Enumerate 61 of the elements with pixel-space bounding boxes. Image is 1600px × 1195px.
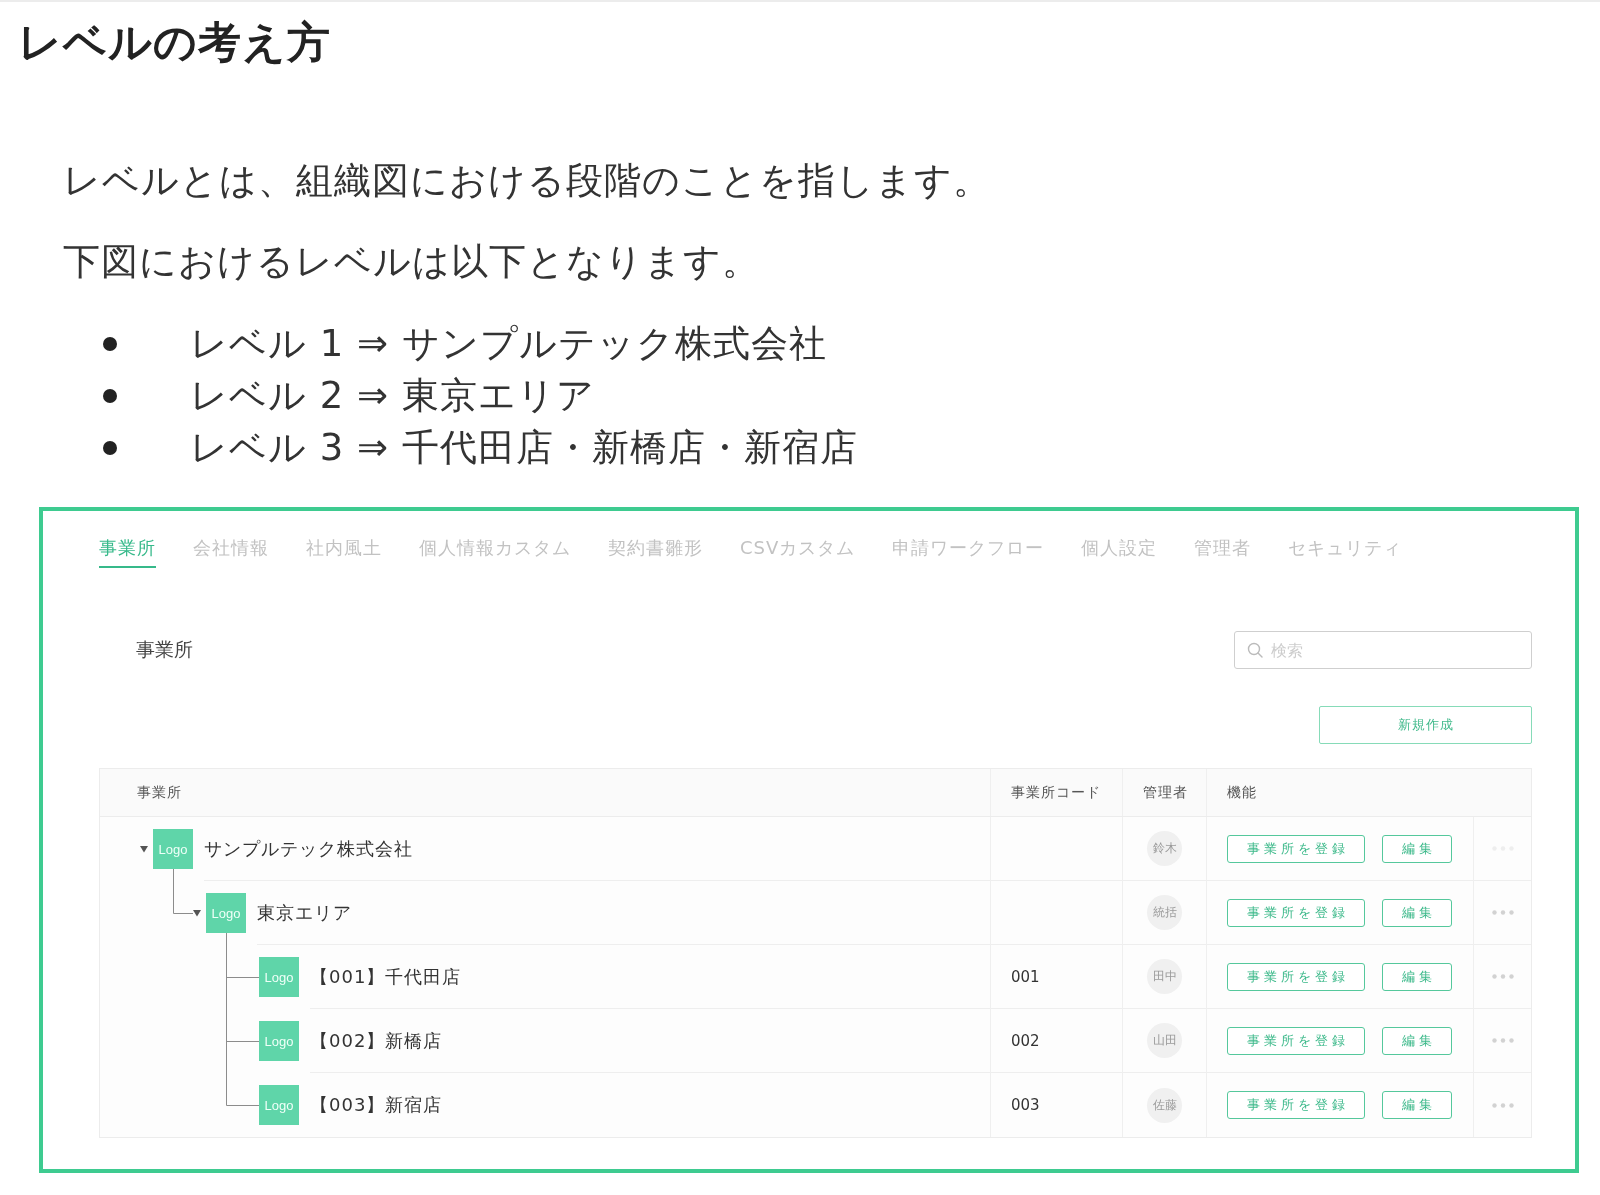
bullet-icon (103, 441, 117, 455)
paragraph: レベルとは、組織図における段階のことを指します。 (63, 158, 991, 204)
register-office-button[interactable]: 事業所を登録 (1227, 1091, 1365, 1119)
manager-avatar: 田中 (1147, 959, 1182, 994)
new-button[interactable]: 新規作成 (1319, 706, 1532, 744)
edit-button[interactable]: 編集 (1382, 1091, 1452, 1119)
list-item: レベル 1 ⇒ サンプルテック株式会社 (190, 321, 827, 367)
tab[interactable]: 管理者 (1194, 536, 1252, 568)
more-icon[interactable] (1491, 1038, 1514, 1043)
list-item: レベル 3 ⇒ 千代田店・新橋店・新宿店 (190, 425, 858, 471)
list-item: レベル 2 ⇒ 東京エリア (190, 373, 595, 419)
tab[interactable]: CSVカスタム (740, 536, 856, 568)
column-header: 事業所 (137, 783, 182, 802)
column-header: 事業所コード (1011, 783, 1101, 802)
company-logo: Logo (153, 829, 193, 869)
bullet-icon (103, 337, 117, 351)
column-header: 機能 (1227, 783, 1257, 802)
table-cell: 001 (991, 945, 1123, 1009)
tab[interactable]: セキュリティ (1288, 536, 1403, 568)
tab[interactable]: 申請ワークフロー (892, 536, 1045, 568)
register-office-button[interactable]: 事業所を登録 (1227, 1026, 1365, 1055)
caret-icon[interactable] (140, 845, 148, 853)
table-cell: 002 (991, 1009, 1123, 1073)
search-icon (1247, 642, 1263, 658)
office-name[interactable]: 【002】新橋店 (310, 1028, 443, 1053)
company-logo: Logo (206, 893, 246, 933)
manager-avatar: 佐藤 (1147, 1087, 1182, 1123)
edit-button[interactable]: 編集 (1382, 1026, 1452, 1055)
more-icon[interactable] (1491, 910, 1514, 915)
edit-button[interactable]: 編集 (1382, 834, 1452, 863)
table-cell: 003 (991, 1073, 1123, 1137)
office-name[interactable]: 【001】千代田店 (310, 964, 462, 989)
tab[interactable]: 社内風土 (306, 536, 382, 568)
column-header: 管理者 (1143, 783, 1188, 802)
paragraph: 下図におけるレベルは以下となります。 (63, 239, 760, 285)
company-logo: Logo (259, 1021, 299, 1061)
register-office-button[interactable]: 事業所を登録 (1227, 898, 1365, 927)
edit-button[interactable]: 編集 (1382, 962, 1452, 991)
office-name[interactable]: 東京エリア (257, 900, 352, 925)
tab[interactable]: 個人設定 (1081, 536, 1158, 568)
tab[interactable]: 会社情報 (193, 536, 269, 568)
bullet-icon (103, 389, 117, 403)
company-logo: Logo (259, 957, 299, 997)
tree-connector (173, 868, 194, 914)
office-name[interactable]: 【003】新宿店 (310, 1093, 443, 1117)
manager-avatar: 統括 (1147, 895, 1182, 930)
register-office-button[interactable]: 事業所を登録 (1227, 962, 1365, 991)
page-title: レベルの考え方 (18, 16, 331, 68)
office-name[interactable]: サンプルテック株式会社 (204, 836, 413, 861)
more-icon[interactable] (1491, 1102, 1514, 1108)
tab[interactable]: 契約書雛形 (608, 536, 703, 568)
manager-avatar: 鈴木 (1147, 831, 1182, 866)
more-icon[interactable] (1491, 974, 1514, 979)
company-logo: Logo (259, 1085, 299, 1125)
tab[interactable]: 事業所 (99, 536, 156, 568)
section-title: 事業所 (136, 637, 193, 662)
manager-avatar: 山田 (1147, 1023, 1182, 1058)
edit-button[interactable]: 編集 (1382, 898, 1452, 927)
caret-icon[interactable] (193, 909, 201, 917)
register-office-button[interactable]: 事業所を登録 (1227, 834, 1365, 863)
tab[interactable]: 個人情報カスタム (419, 536, 571, 568)
